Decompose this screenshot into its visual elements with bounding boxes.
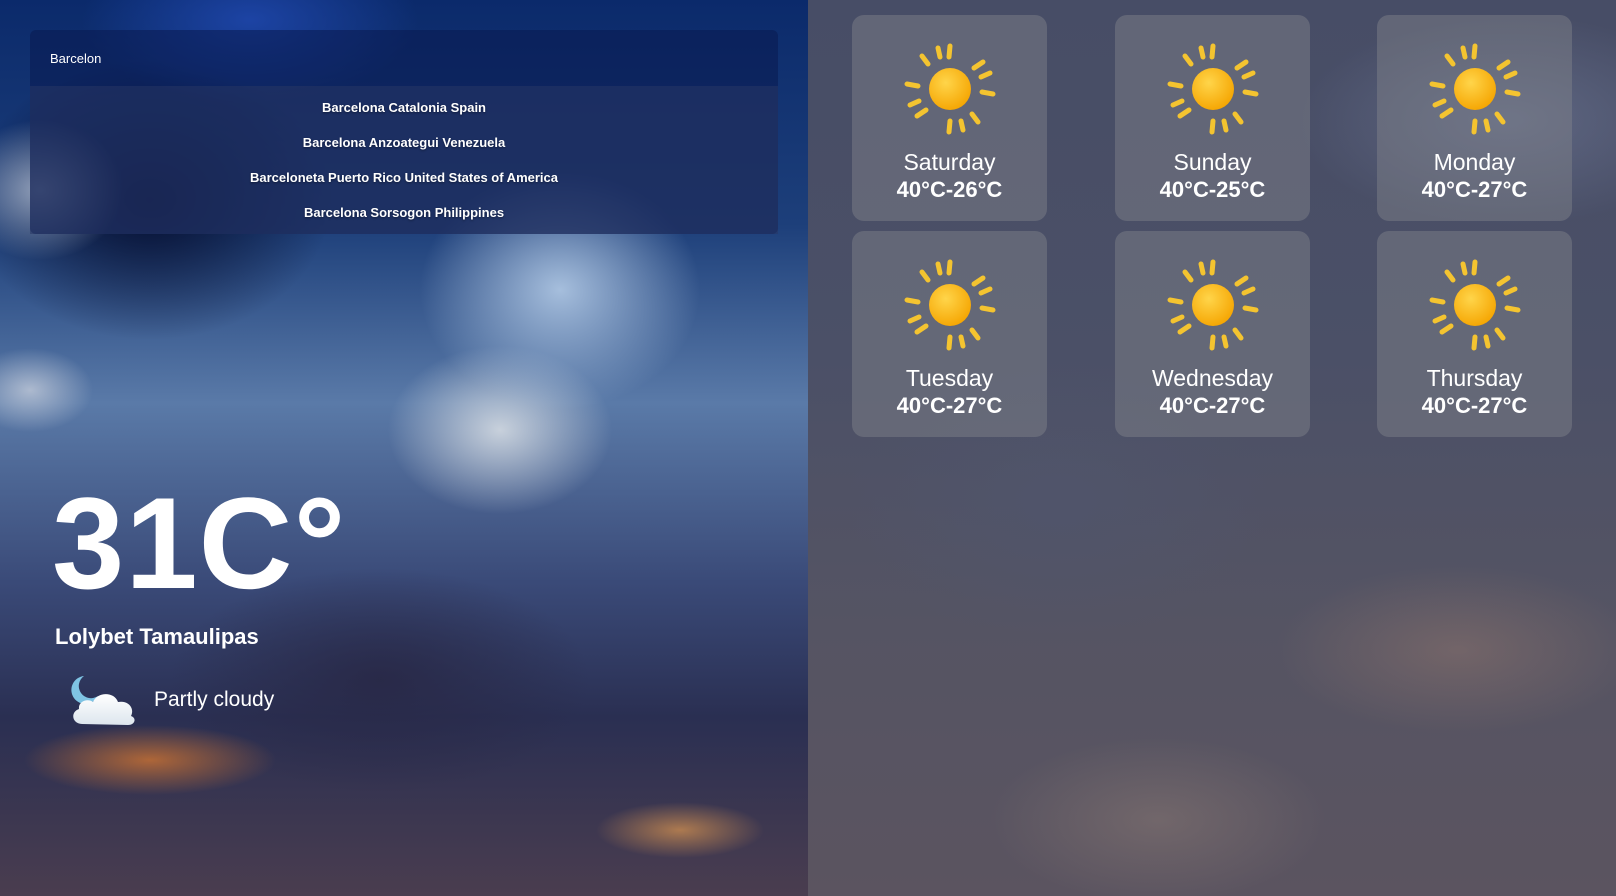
- sun-icon: [1429, 259, 1521, 351]
- forecast-range: 40°C-25°C: [1159, 177, 1266, 202]
- suggestion-item[interactable]: Barcelona Catalonia Spain: [30, 90, 778, 125]
- current-location: Lolybet Tamaulipas: [55, 624, 259, 649]
- search-input[interactable]: [30, 30, 778, 86]
- sun-icon: [1429, 43, 1521, 135]
- night-partly-cloudy-icon: [71, 676, 135, 725]
- forecast-range: 40°C-27°C: [1421, 177, 1528, 202]
- forecast-range: 40°C-27°C: [1159, 393, 1266, 418]
- forecast-range: 40°C-27°C: [896, 393, 1003, 418]
- sun-icon: [1167, 43, 1259, 135]
- search-box: Barcelona Catalonia Spain Barcelona Anzo…: [30, 30, 778, 234]
- search-suggestions: Barcelona Catalonia Spain Barcelona Anzo…: [30, 86, 778, 234]
- suggestion-item[interactable]: Barcelona Sorsogon Philippines: [30, 195, 778, 230]
- current-temperature: 31C°: [52, 470, 347, 616]
- forecast-card-thursday: Thursday 40°C-27°C: [1377, 231, 1572, 437]
- sun-icon: [904, 43, 996, 135]
- sun-icon: [1167, 259, 1259, 351]
- forecast-card-wednesday: Wednesday 40°C-27°C: [1115, 231, 1310, 437]
- current-weather-panel: Barcelona Catalonia Spain Barcelona Anzo…: [0, 0, 808, 896]
- sun-icon: [904, 259, 996, 351]
- forecast-card-monday: Monday 40°C-27°C: [1377, 15, 1572, 221]
- forecast-card-saturday: Saturday 40°C-26°C: [852, 15, 1047, 221]
- forecast-card-sunday: Sunday 40°C-25°C: [1115, 15, 1310, 221]
- forecast-range: 40°C-27°C: [1421, 393, 1528, 418]
- suggestion-item[interactable]: Barceloneta Puerto Rico United States of…: [30, 160, 778, 195]
- forecast-day: Monday: [1433, 149, 1516, 175]
- condition-text: Partly cloudy: [154, 688, 275, 711]
- forecast-day: Thursday: [1426, 365, 1523, 391]
- weather-app: Barcelona Catalonia Spain Barcelona Anzo…: [0, 0, 1616, 896]
- forecast-day: Sunday: [1173, 149, 1252, 175]
- suggestion-item[interactable]: Barcelona Anzoategui Venezuela: [30, 125, 778, 160]
- forecast-day: Wednesday: [1151, 365, 1274, 391]
- forecast-day: Tuesday: [905, 365, 994, 391]
- current-condition: Partly cloudy: [68, 672, 274, 728]
- forecast-day: Saturday: [903, 149, 996, 175]
- forecast-panel: Saturday 40°C-26°C Sunday 40°C-25°C Mond…: [808, 0, 1616, 896]
- forecast-range: 40°C-26°C: [896, 177, 1003, 202]
- forecast-card-tuesday: Tuesday 40°C-27°C: [852, 231, 1047, 437]
